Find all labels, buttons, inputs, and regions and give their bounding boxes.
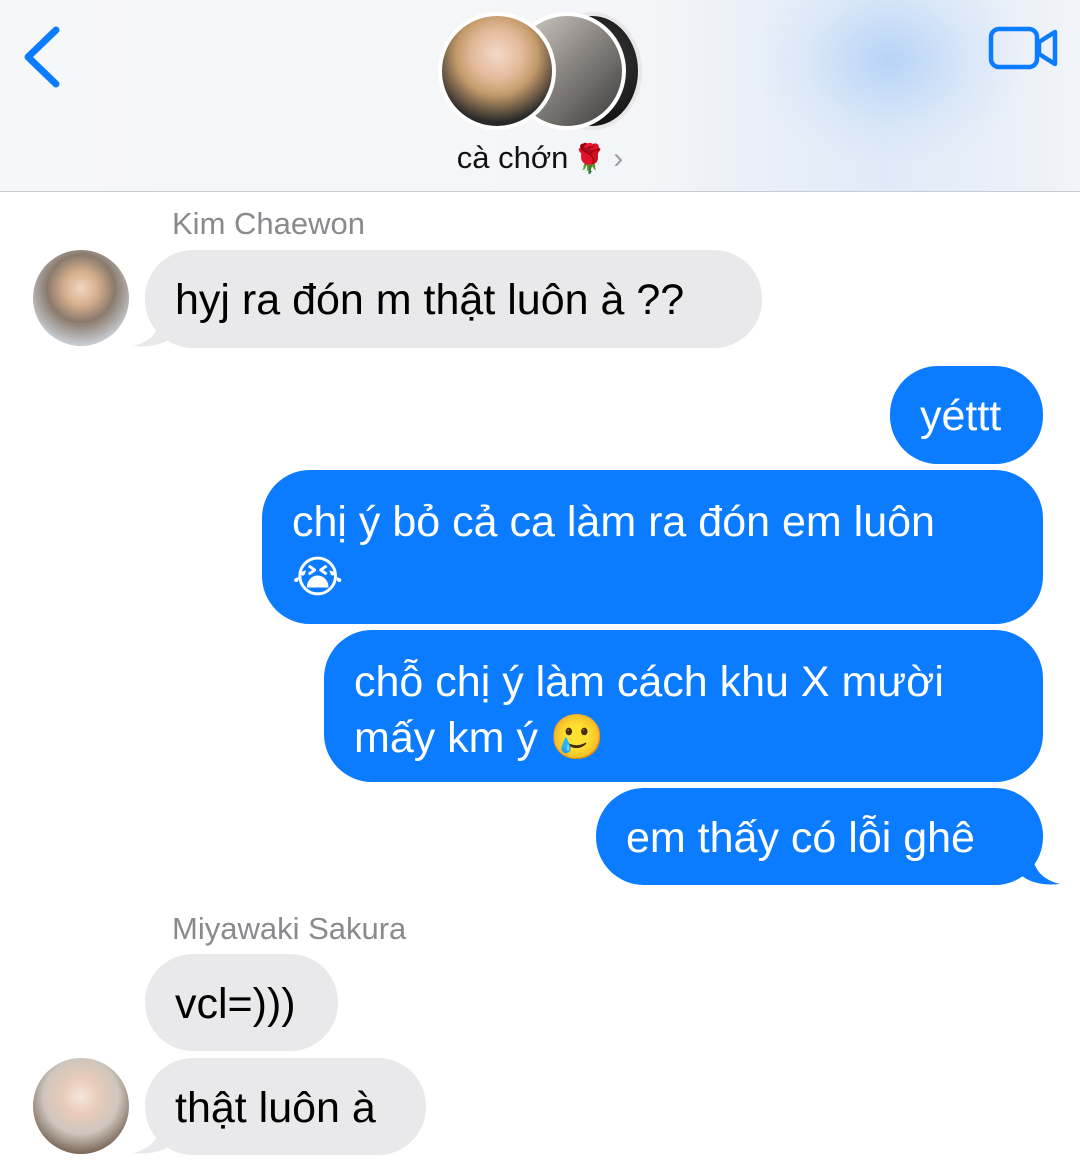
chevron-right-icon: › bbox=[613, 142, 624, 175]
back-button[interactable] bbox=[20, 22, 70, 92]
video-camera-icon bbox=[988, 26, 1058, 70]
message-bubble-outgoing[interactable]: em thấy có lỗi ghê bbox=[596, 788, 1043, 885]
rose-emoji: 🌹 bbox=[572, 143, 608, 174]
video-call-button[interactable] bbox=[988, 24, 1060, 72]
sender-name-miyawaki-sakura: Miyawaki Sakura bbox=[172, 911, 407, 946]
group-avatar[interactable] bbox=[438, 12, 642, 132]
message-text: thật luôn à bbox=[175, 1084, 376, 1132]
bubble-tail-right bbox=[1020, 850, 1060, 885]
message-bubble-outgoing[interactable]: yéttt bbox=[890, 366, 1043, 464]
member-avatar-1 bbox=[438, 12, 556, 130]
message-text: vcl=))) bbox=[175, 980, 296, 1028]
message-bubble-incoming[interactable]: vcl=))) bbox=[145, 954, 338, 1051]
avatar-miyawaki-sakura[interactable] bbox=[33, 1058, 129, 1154]
message-text-line-2: mấy km ý bbox=[354, 714, 538, 762]
chevron-left-icon bbox=[24, 26, 60, 88]
message-text: em thấy có lỗi ghê bbox=[626, 814, 975, 862]
crying-face-emoji: 😭 bbox=[292, 553, 344, 602]
smiling-tear-emoji: 🥲 bbox=[549, 713, 605, 762]
conversation-header: cà chớn 🌹 › bbox=[0, 0, 1080, 192]
message-text: hyj ra đón m thật luôn à ?? bbox=[175, 276, 685, 324]
message-text-line-1: chỗ chị ý làm cách khu X mười bbox=[354, 658, 944, 706]
group-name: cà chớn bbox=[456, 140, 569, 175]
message-bubble-outgoing[interactable]: chị ý bỏ cả ca làm ra đón em luôn 😭 bbox=[262, 470, 1043, 624]
message-bubble-incoming[interactable]: hyj ra đón m thật luôn à ?? bbox=[145, 250, 762, 348]
avatar-kim-chaewon[interactable] bbox=[33, 250, 129, 346]
sender-name-kim-chaewon: Kim Chaewon bbox=[172, 206, 365, 241]
message-text: chị ý bỏ cả ca làm ra đón em luôn bbox=[292, 498, 935, 546]
message-text: yéttt bbox=[920, 392, 1002, 440]
header-glow bbox=[760, 0, 1020, 160]
message-bubble-incoming[interactable]: thật luôn à bbox=[145, 1058, 426, 1155]
message-bubble-outgoing[interactable]: chỗ chị ý làm cách khu X mười mấy km ý 🥲 bbox=[324, 630, 1043, 782]
group-title[interactable]: cà chớn 🌹 › bbox=[0, 140, 1080, 176]
